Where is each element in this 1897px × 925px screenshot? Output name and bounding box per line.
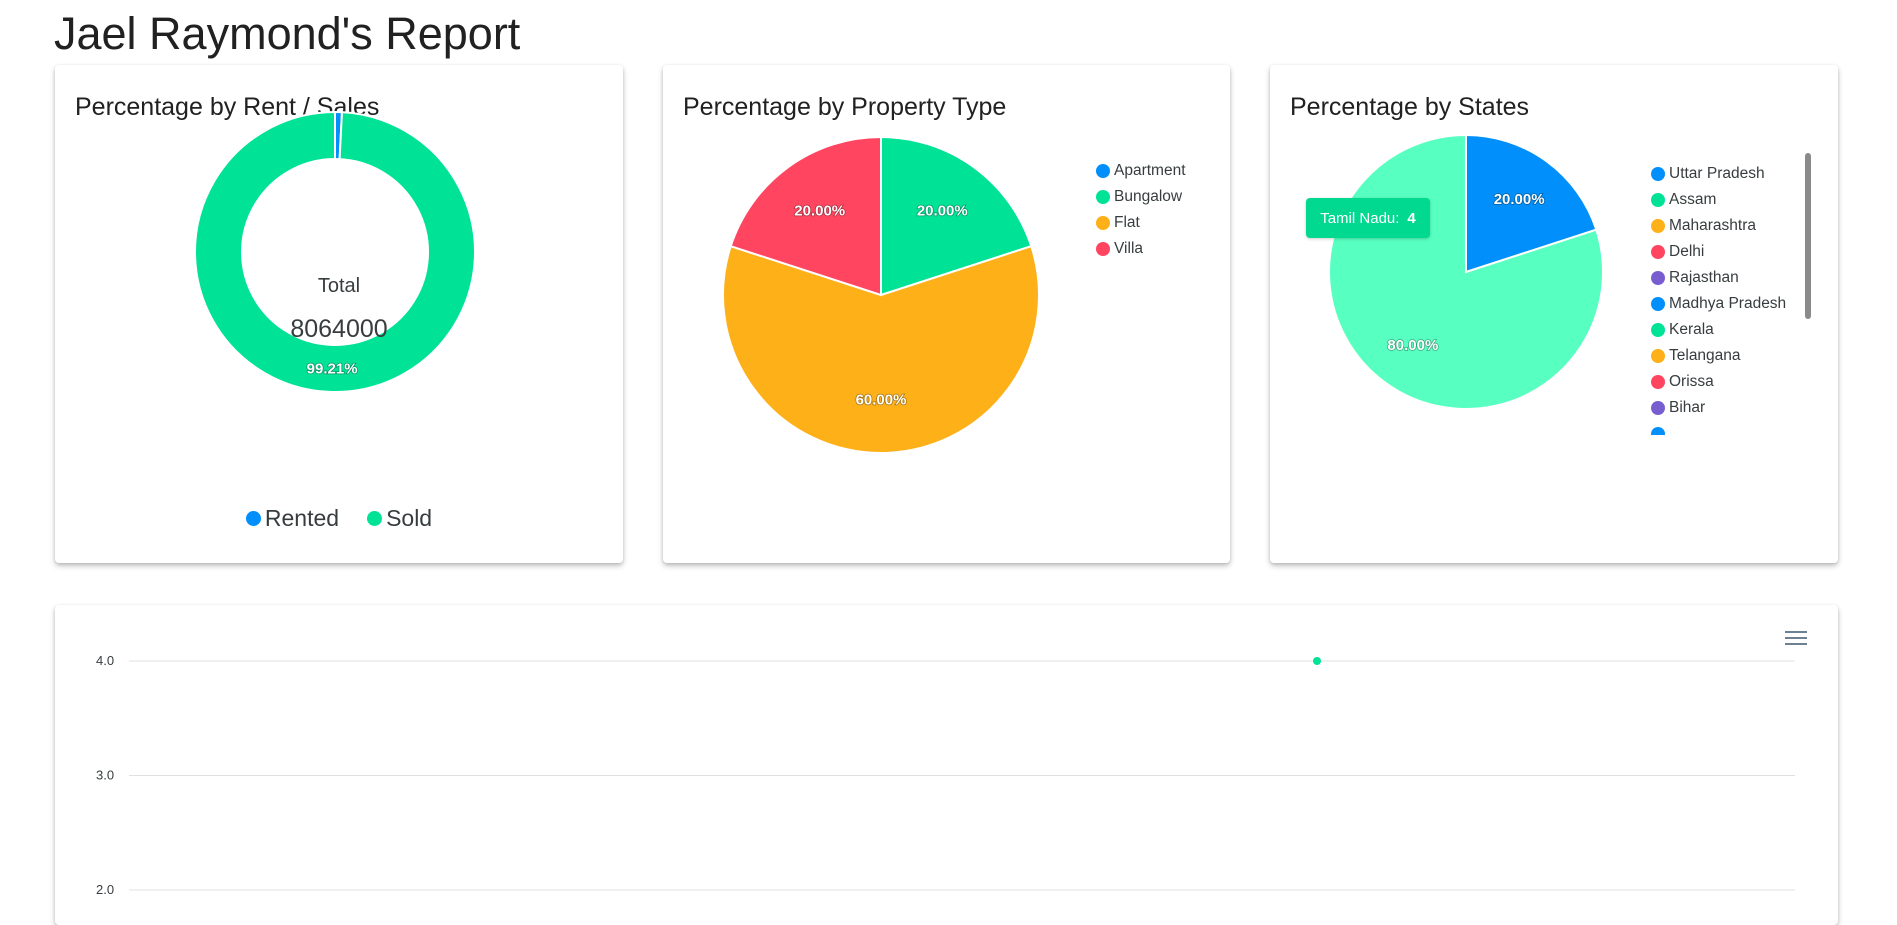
- legend-label: Bungalow: [1114, 188, 1183, 205]
- tooltip-label: Tamil Nadu:: [1320, 209, 1400, 227]
- property-type-card: Percentage by Property Type 20.00% 60.00%…: [663, 65, 1230, 563]
- legend-label: Flat: [1114, 214, 1140, 231]
- donut-total-value: 8064000: [290, 315, 388, 343]
- legend-marker: [245, 511, 261, 526]
- property-type-legend: Apartment Bungalow Flat Villa: [1096, 158, 1186, 262]
- legend-marker: [1096, 216, 1110, 230]
- legend-item-cutoff[interactable]: [1651, 421, 1786, 435]
- legend-label: Bihar: [1669, 399, 1706, 416]
- rent-sales-card: Percentage by Rent / Sales 99.21% Total …: [55, 65, 623, 563]
- property-type-data-label: 20.00%: [794, 203, 845, 220]
- legend-item-sold[interactable]: Sold: [367, 505, 432, 532]
- legend-item-bungalow[interactable]: Bungalow: [1096, 184, 1186, 210]
- data-point[interactable]: [1313, 657, 1321, 665]
- legend-marker: [1651, 271, 1665, 285]
- states-legend-scroll-area[interactable]: Uttar Pradesh Assam Maharashtra Delhi Ra…: [1651, 161, 1826, 435]
- states-data-label: 80.00%: [1387, 337, 1438, 354]
- trend-line-chart[interactable]: 4.03.02.0: [55, 605, 1838, 925]
- legend-label: Kerala: [1669, 321, 1714, 338]
- legend-label: Assam: [1669, 191, 1717, 208]
- legend-marker: [1096, 242, 1110, 256]
- trend-card: 4.0 3.0 2.0: [55, 605, 1838, 925]
- legend-marker: [1651, 219, 1665, 233]
- legend-item-telangana[interactable]: Telangana: [1651, 343, 1786, 369]
- legend-marker: [1651, 427, 1665, 435]
- legend-label: Maharashtra: [1669, 217, 1757, 234]
- legend-item-rented[interactable]: Rented: [245, 505, 340, 532]
- property-type-pie-chart[interactable]: 20.00% 60.00% 20.00%: [663, 65, 1230, 563]
- rent-sales-donut-chart[interactable]: 99.21%: [55, 65, 623, 563]
- legend-marker: [1096, 164, 1110, 178]
- y-tick-label: 4.0: [96, 653, 114, 668]
- donut-total-label: Total: [317, 275, 361, 297]
- legend-label: Rajasthan: [1669, 269, 1739, 286]
- legend-label: Telangana: [1669, 347, 1741, 364]
- legend-item-maharashtra[interactable]: Maharashtra: [1651, 213, 1786, 239]
- rent-sales-data-label: 99.21%: [307, 360, 358, 377]
- legend-item-villa[interactable]: Villa: [1096, 236, 1186, 262]
- property-type-data-label: 60.00%: [856, 391, 907, 408]
- pie-tooltip: Tamil Nadu: 4: [1306, 198, 1430, 238]
- legend-marker: [1651, 323, 1665, 337]
- states-data-label: 20.00%: [1494, 191, 1545, 208]
- states-legend: Uttar Pradesh Assam Maharashtra Delhi Ra…: [1651, 161, 1786, 435]
- legend-label: Villa: [1114, 240, 1144, 257]
- legend-label: Apartment: [1114, 162, 1186, 179]
- rent-sales-slice-sold[interactable]: [194, 110, 476, 393]
- legend-marker: [1651, 297, 1665, 311]
- legend-label: Delhi: [1669, 243, 1705, 260]
- legend-marker: [1651, 401, 1665, 415]
- y-tick-label: 3.0: [96, 768, 114, 783]
- legend-marker: [1651, 245, 1665, 259]
- legend-item-kerala[interactable]: Kerala: [1651, 317, 1786, 343]
- states-card: Percentage by States 20.00% 80.00% Uttar …: [1270, 65, 1838, 563]
- tooltip-value: 4: [1407, 209, 1416, 227]
- legend-label: Rented: [264, 505, 340, 531]
- legend-marker: [1096, 190, 1110, 204]
- legend-item-flat[interactable]: Flat: [1096, 210, 1186, 236]
- legend-item-rajasthan[interactable]: Rajasthan: [1651, 265, 1786, 291]
- legend-label: Orissa: [1669, 373, 1714, 390]
- legend-label: Sold: [386, 505, 433, 531]
- legend-label: Madhya Pradesh: [1669, 295, 1787, 312]
- legend-scrollbar[interactable]: [1805, 153, 1811, 433]
- legend-item-orissa[interactable]: Orissa: [1651, 369, 1786, 395]
- property-type-data-label: 20.00%: [917, 203, 968, 220]
- legend-item-apartment[interactable]: Apartment: [1096, 158, 1186, 184]
- page-title: Jael Raymond's Report: [54, 8, 521, 59]
- rent-sales-legend: Rented Sold: [55, 505, 623, 532]
- legend-marker: [1651, 167, 1665, 181]
- legend-marker: [1651, 375, 1665, 389]
- legend-item-bihar[interactable]: Bihar: [1651, 395, 1786, 421]
- legend-item-delhi[interactable]: Delhi: [1651, 239, 1786, 265]
- legend-marker: [1651, 193, 1665, 207]
- legend-item-uttar-pradesh[interactable]: Uttar Pradesh: [1651, 161, 1786, 187]
- legend-marker: [1651, 349, 1665, 363]
- legend-item-madhya-pradesh[interactable]: Madhya Pradesh: [1651, 291, 1786, 317]
- legend-scrollbar-thumb[interactable]: [1805, 153, 1811, 319]
- legend-item-assam[interactable]: Assam: [1651, 187, 1786, 213]
- legend-marker: [367, 511, 383, 526]
- legend-label: Uttar Pradesh: [1669, 165, 1765, 182]
